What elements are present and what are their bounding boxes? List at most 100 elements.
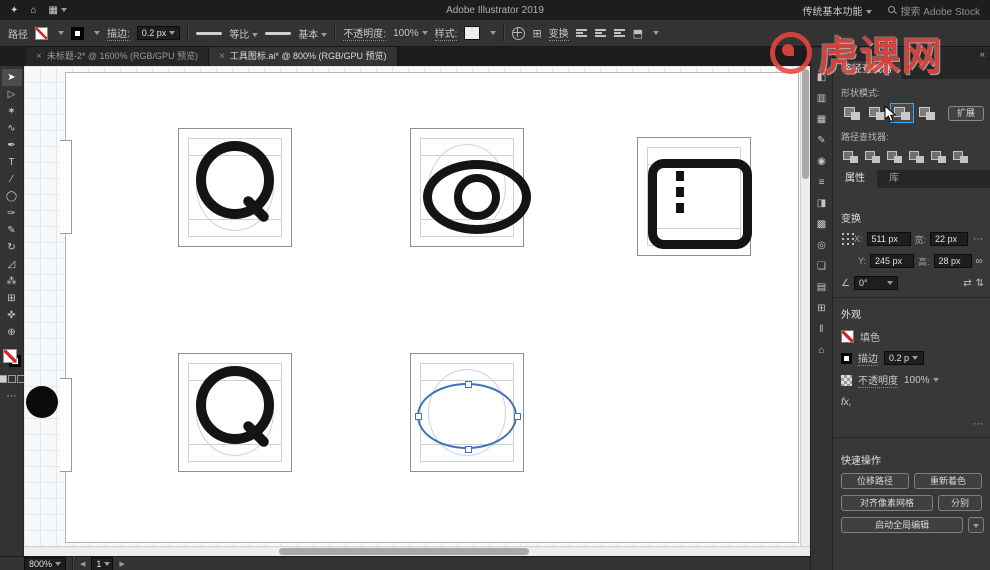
toolbar-more-icon[interactable]: ⋯ [7,391,17,402]
tab-properties[interactable]: 属性 [833,170,877,188]
global-edit-button[interactable]: 启动全局编辑 [841,517,964,533]
flip-horizontal-icon[interactable]: ⇄ [963,278,971,289]
workspace-switcher[interactable]: 传统基本功能 [803,3,872,18]
ticket-outline-shape[interactable] [648,159,752,249]
expand-button[interactable]: 扩展 [947,105,984,121]
color-guide-panel-icon[interactable]: ▥ [817,93,826,105]
pathfinder-outline-button[interactable] [929,149,948,164]
drawing-mode-buttons[interactable] [0,375,25,383]
ellipse-tool[interactable]: ◯ [2,188,22,205]
pathfinder-divide-button[interactable] [841,149,860,164]
close-icon[interactable]: × [36,47,42,66]
brushes-panel-icon[interactable]: ✎ [817,135,825,147]
zoom-tool[interactable]: ⊕ [2,324,22,341]
align-panel-icon[interactable]: ‖ [819,324,823,336]
home-icon[interactable]: ⌂ [30,5,36,16]
chevron-down-icon[interactable] [94,31,100,35]
transform-more-icon[interactable]: ⋯ [973,234,984,245]
vertical-scrollbar[interactable] [800,66,810,546]
icon-cell-magnifier-2[interactable] [178,353,292,472]
align-center-icon[interactable] [594,28,607,39]
document-setup-icon[interactable] [512,26,526,40]
pathfinder-minus-back-button[interactable] [951,149,970,164]
shape-mode-exclude-button[interactable] [916,104,938,122]
icon-cell-magnifier-1[interactable] [178,128,292,247]
appearance-more-icon[interactable]: ⋯ [973,419,984,430]
icon-cell-ticket[interactable] [637,137,752,256]
icon-cell-selected-ellipse[interactable] [410,353,524,472]
zoom-field[interactable]: 800% [24,556,67,570]
y-field[interactable]: 245 px [870,254,915,268]
menu-icon[interactable]: ▦ [48,5,67,16]
selected-ellipse-path[interactable] [417,383,517,449]
reference-point-locator[interactable] [842,233,844,235]
stock-search[interactable]: 搜索 Adobe Stock [887,3,980,18]
hand-tool[interactable]: ✜ [2,307,22,324]
selection-tool[interactable]: ➤ [1,69,22,86]
stroke-swatch[interactable] [841,352,852,364]
horizontal-scrollbar-thumb[interactable] [279,548,529,555]
shape-mode-minus-front-button[interactable] [866,104,888,122]
separate-button[interactable]: 分别 [938,495,982,511]
appearance-panel-icon[interactable]: ◎ [817,240,826,252]
vertical-scrollbar-thumb[interactable] [802,69,809,179]
flip-vertical-icon[interactable]: ⇅ [976,278,984,289]
arrange-icon[interactable]: ⬒ [633,27,643,40]
libraries-panel-icon[interactable]: ⌂ [818,345,824,357]
stroke-color-swatch[interactable] [71,26,84,40]
anchor-point[interactable] [415,413,422,420]
paintbrush-tool[interactable]: ✑ [2,205,22,222]
close-icon[interactable]: × [219,47,225,66]
collapse-panels-icon[interactable]: « [833,48,990,61]
global-edit-options-button[interactable] [968,517,984,533]
fill-swatch[interactable] [841,329,854,343]
recolor-button[interactable]: 重新着色 [914,473,982,489]
height-field[interactable]: 28 px [933,254,972,268]
width-profile-dropdown[interactable]: 等比 [229,26,259,41]
fx-button[interactable]: fx, [841,397,852,408]
align-pixel-grid-button[interactable]: 对齐像素网格 [841,495,933,511]
chevron-down-icon[interactable] [490,31,497,35]
stroke-link[interactable]: 描边: [107,25,130,41]
next-artboard-icon[interactable]: ▶ [119,560,124,568]
transform-link[interactable]: 变换 [548,25,569,41]
pathfinder-merge-button[interactable] [885,149,904,164]
tab-pathfinder[interactable]: 路径查找器 [833,61,901,79]
layers-panel-icon[interactable]: ▤ [817,282,826,294]
shape-mode-unite-button[interactable] [841,104,863,122]
fill-proxy[interactable] [2,349,17,363]
gradient-panel-icon[interactable]: ◨ [817,198,826,210]
type-tool[interactable]: T [2,154,22,171]
eye-pupil-shape[interactable] [454,174,500,220]
scale-tool[interactable]: ◿ [2,256,22,273]
stroke-panel-icon[interactable]: ≡ [819,177,825,189]
opacity-label-link[interactable]: 不透明度 [858,372,898,388]
lasso-tool[interactable]: ∿ [2,120,22,137]
opacity-dropdown[interactable]: 100% [393,28,428,39]
x-field[interactable]: 511 px [866,232,911,246]
artboards-panel-icon[interactable]: ⊞ [817,303,825,315]
document-tab-untitled[interactable]: × 未标题-2* @ 1600% (RGB/GPU 预览) [26,47,210,66]
transparency-panel-icon[interactable]: ▩ [817,219,826,231]
fill-color-swatch[interactable] [35,26,48,40]
tab-libraries[interactable]: 库 [877,170,911,188]
opacity-value-dropdown[interactable]: 100% [904,375,939,386]
constrain-proportions-icon[interactable]: ∞ [976,256,983,267]
pathfinder-trim-button[interactable] [863,149,882,164]
canvas[interactable] [24,66,810,546]
chevron-down-icon[interactable] [653,31,660,35]
graphic-styles-panel-icon[interactable]: ❏ [817,261,826,273]
stroke-weight-field[interactable]: 0.2 px [136,26,181,40]
line-segment-tool[interactable]: ∕ [2,171,22,188]
floating-toolbar-button[interactable] [26,386,58,418]
stroke-weight-stepper[interactable]: 0.2 p [884,351,924,365]
artboard-tool[interactable]: ⊞ [2,290,22,307]
brush-dropdown[interactable]: 基本 [298,26,328,41]
align-left-icon[interactable] [575,28,588,39]
artboard-icon-partial[interactable] [60,378,72,472]
align-right-icon[interactable] [613,28,626,39]
document-tab-tool-icons[interactable]: × 工具图标.ai* @ 800% (RGB/GPU 预览) [209,47,398,66]
shape-mode-intersect-button[interactable] [890,103,914,123]
pen-tool[interactable]: ✒ [2,137,22,154]
color-panel-icon[interactable]: ◧ [817,72,826,84]
